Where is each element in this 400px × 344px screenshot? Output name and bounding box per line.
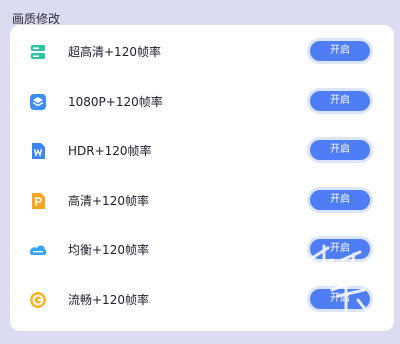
enable-button[interactable]: 开启 (307, 38, 373, 64)
row-label: 流畅+120帧率 (68, 293, 149, 307)
row-label: 1080P+120帧率 (68, 95, 163, 109)
row-label: HDR+120帧率 (68, 144, 152, 158)
enable-button[interactable]: 开启 (307, 286, 373, 312)
green-server-icon (28, 42, 48, 62)
row-hdr: HDR+120帧率 开启 (10, 136, 394, 166)
orange-document-p-icon (28, 191, 48, 211)
row-label: 均衡+120帧率 (68, 243, 149, 257)
orange-circle-icon (28, 290, 48, 310)
blue-document-w-icon (28, 141, 48, 161)
row-smooth: 流畅+120帧率 开启 (10, 285, 394, 315)
row-label: 高清+120帧率 (68, 194, 149, 208)
blue-cloud-icon (28, 240, 48, 260)
row-1080p: 1080P+120帧率 开启 (10, 87, 394, 117)
enable-button[interactable]: 开启 (307, 137, 373, 163)
enable-button[interactable]: 开启 (307, 88, 373, 114)
row-label: 超高清+120帧率 (68, 45, 161, 59)
blue-layers-icon (28, 92, 48, 112)
enable-button[interactable]: 开启 (307, 236, 373, 262)
row-ultra-hd: 超高清+120帧率 开启 (10, 37, 394, 67)
row-balanced: 均衡+120帧率 开启 (10, 235, 394, 265)
quality-settings-card: 超高清+120帧率 开启 1080P+120帧率 开启 HDR+120帧率 开启 (10, 25, 394, 331)
row-hd: 高清+120帧率 开启 (10, 186, 394, 216)
enable-button[interactable]: 开启 (307, 187, 373, 213)
